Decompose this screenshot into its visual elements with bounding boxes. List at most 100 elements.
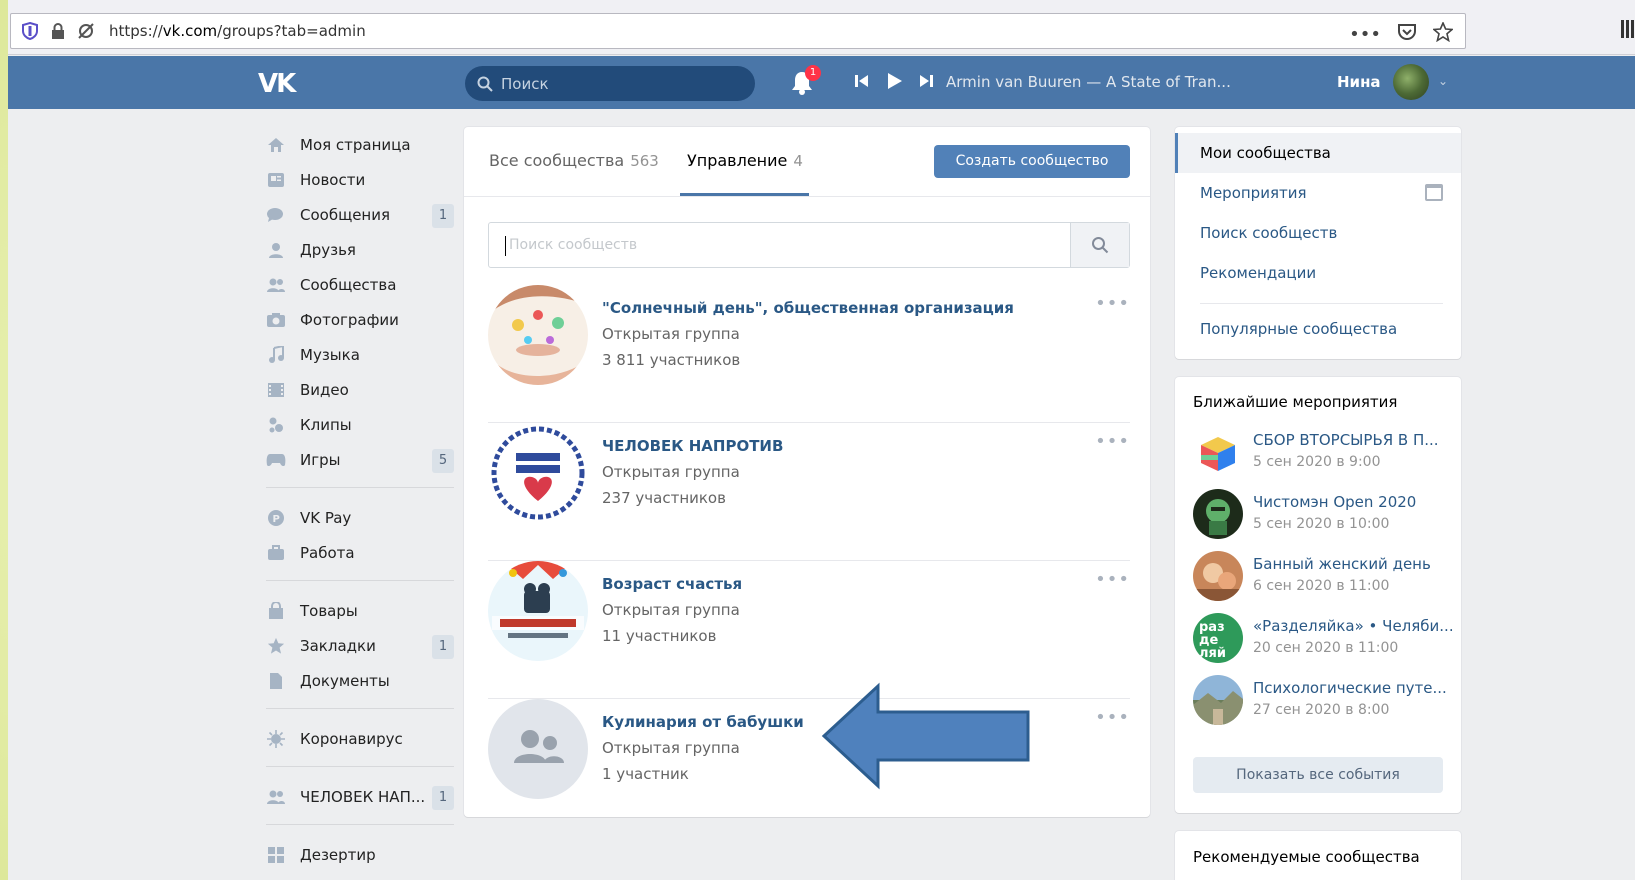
address-bar[interactable]: https://vk.com/groups?tab=admin ••• <box>10 13 1466 49</box>
sidebar-item-communities[interactable]: Сообщества <box>258 267 454 302</box>
more-actions-icon[interactable]: ••• <box>1349 24 1381 45</box>
lock-icon[interactable] <box>49 22 67 40</box>
event-item[interactable]: Психологические путе... 27 сен 2020 в 8:… <box>1193 675 1453 727</box>
list-item[interactable]: "Солнечный день", общественная организац… <box>488 285 1130 423</box>
tab-count: 4 <box>793 152 803 170</box>
event-name-link[interactable]: СБОР ВТОРСЫРЬЯ В П... <box>1253 431 1439 449</box>
events-title: Ближайшие мероприятия <box>1193 393 1398 411</box>
sidebar-item-vkpay[interactable]: P VK Pay <box>258 500 454 535</box>
event-avatar[interactable] <box>1193 551 1243 601</box>
user-name[interactable]: Нина <box>1337 73 1381 91</box>
now-playing-title[interactable]: Armin van Buuren — A State of Tran... <box>946 73 1231 91</box>
sidebar-item-label: Сообщества <box>300 275 397 294</box>
event-avatar[interactable] <box>1193 489 1243 539</box>
sidebar-item-music[interactable]: Музыка <box>258 337 454 372</box>
vk-logo[interactable]: VK <box>258 69 296 99</box>
music-icon <box>266 345 286 365</box>
sidebar-item-clips[interactable]: Клипы <box>258 407 454 442</box>
right-menu-events[interactable]: Мероприятия <box>1175 173 1461 213</box>
group-members-count[interactable]: 237 участников <box>602 489 726 507</box>
more-options-icon[interactable]: ••• <box>1095 707 1130 728</box>
event-avatar[interactable] <box>1193 675 1243 725</box>
header-search-input[interactable]: Поиск <box>465 66 755 101</box>
event-name-link[interactable]: «Разделяйка» • Челяби... <box>1253 617 1454 635</box>
group-members-count[interactable]: 11 участников <box>602 627 716 645</box>
shield-icon[interactable] <box>21 22 39 40</box>
sidebar-item-dezertir[interactable]: Дезертир <box>258 837 454 872</box>
sidebar-item-label: Новости <box>300 170 366 189</box>
sidebar-item-games[interactable]: Игры 5 <box>258 442 454 477</box>
community-search-button[interactable] <box>1070 223 1129 267</box>
sidebar-item-label: Товары <box>300 601 358 620</box>
previous-track-icon[interactable] <box>853 72 871 90</box>
group-name-link[interactable]: Кулинария от бабушки <box>602 713 804 731</box>
event-avatar[interactable]: раз де ляй <box>1193 613 1243 663</box>
sidebar-item-label: ЧЕЛОВЕК НАП... <box>300 787 426 806</box>
right-menu-my-communities[interactable]: Мои сообщества <box>1175 133 1461 173</box>
event-item[interactable]: СБОР ВТОРСЫРЬЯ В П... 5 сен 2020 в 9:00 <box>1193 427 1453 479</box>
sidebar-item-label: Друзья <box>300 240 356 259</box>
play-icon[interactable] <box>885 72 903 90</box>
tab-all-communities[interactable]: Все сообщества 563 <box>489 151 659 170</box>
friends-icon <box>266 240 286 260</box>
event-name-link[interactable]: Психологические путе... <box>1253 679 1447 697</box>
tracking-protection-icon[interactable] <box>77 22 95 40</box>
list-item[interactable]: Возраст счастья Открытая группа 11 участ… <box>488 561 1130 699</box>
right-menu-recommendations[interactable]: Рекомендации <box>1175 253 1461 293</box>
sidebar-item-messages[interactable]: Сообщения 1 <box>258 197 454 232</box>
sidebar-item-news[interactable]: Новости <box>258 162 454 197</box>
group-name-link[interactable]: Возраст счастья <box>602 575 742 593</box>
sidebar-item-bookmarks[interactable]: Закладки 1 <box>258 628 454 663</box>
tab-management[interactable]: Управление 4 <box>687 151 803 170</box>
sidebar-item-label: Коронавирус <box>300 729 403 748</box>
list-item[interactable]: ЧЕЛОВЕК НАПРОТИВ Открытая группа 237 уча… <box>488 423 1130 561</box>
more-options-icon[interactable]: ••• <box>1095 293 1130 314</box>
group-avatar-placeholder[interactable] <box>488 699 588 799</box>
sidebar-item-chelovek-naprotiv[interactable]: ЧЕЛОВЕК НАП... 1 <box>258 779 454 814</box>
more-options-icon[interactable]: ••• <box>1095 569 1130 590</box>
notifications-count-badge: 1 <box>805 65 821 81</box>
chevron-down-icon[interactable]: ⌄ <box>1438 74 1448 88</box>
event-item[interactable]: раз де ляй «Разделяйка» • Челяби... 20 сен… <box>1193 613 1454 665</box>
briefcase-icon <box>266 543 286 563</box>
sidebar-item-video[interactable]: Видео <box>258 372 454 407</box>
bookmarks-count-badge: 1 <box>432 635 454 659</box>
calendar-icon[interactable] <box>1425 184 1443 201</box>
create-community-button[interactable]: Создать сообщество <box>934 145 1130 178</box>
sidebar-item-jobs[interactable]: Работа <box>258 535 454 570</box>
show-all-events-button[interactable]: Показать все события <box>1193 757 1443 793</box>
sidebar-item-photos[interactable]: Фотографии <box>258 302 454 337</box>
library-icon[interactable] <box>1621 20 1635 38</box>
sidebar-item-coronavirus[interactable]: Коронавирус <box>258 721 454 756</box>
list-item[interactable]: Кулинария от бабушки Открытая группа 1 у… <box>488 699 1130 837</box>
group-members-count[interactable]: 3 811 участников <box>602 351 740 369</box>
event-date: 20 сен 2020 в 11:00 <box>1253 640 1399 656</box>
event-item[interactable]: Чистомэн Open 2020 5 сен 2020 в 10:00 <box>1193 489 1453 541</box>
event-name-link[interactable]: Чистомэн Open 2020 <box>1253 493 1416 511</box>
group-avatar[interactable] <box>488 285 588 385</box>
group-avatar[interactable] <box>488 423 588 523</box>
next-track-icon[interactable] <box>917 72 935 90</box>
bookmark-star-icon[interactable] <box>1432 20 1454 47</box>
group-name-link[interactable]: "Солнечный день", общественная организац… <box>602 299 1014 317</box>
sidebar-item-friends[interactable]: Друзья <box>258 232 454 267</box>
pocket-icon[interactable] <box>1397 23 1417 46</box>
group-members-count[interactable]: 1 участник <box>602 765 689 783</box>
recommended-communities-panel: Рекомендуемые сообщества <box>1175 831 1461 880</box>
group-avatar[interactable] <box>488 561 588 661</box>
group-type: Открытая группа <box>602 739 740 757</box>
event-name-link[interactable]: Банный женский день <box>1253 555 1431 573</box>
more-options-icon[interactable]: ••• <box>1095 431 1130 452</box>
sidebar-item-documents[interactable]: Документы <box>258 663 454 698</box>
gamepad-icon <box>266 450 286 470</box>
right-menu-popular-communities[interactable]: Популярные сообщества <box>1175 309 1461 349</box>
right-menu-search-communities[interactable]: Поиск сообществ <box>1175 213 1461 253</box>
sidebar-item-goods[interactable]: Товары <box>258 593 454 628</box>
event-avatar[interactable] <box>1193 427 1243 477</box>
sidebar-item-my-page[interactable]: Моя страница <box>258 127 454 162</box>
community-search-input[interactable]: Поиск сообществ <box>488 222 1130 268</box>
event-item[interactable]: Банный женский день 6 сен 2020 в 11:00 <box>1193 551 1453 603</box>
group-name-link[interactable]: ЧЕЛОВЕК НАПРОТИВ <box>602 437 783 455</box>
sidebar-divider <box>266 708 454 709</box>
user-avatar[interactable] <box>1393 64 1429 100</box>
